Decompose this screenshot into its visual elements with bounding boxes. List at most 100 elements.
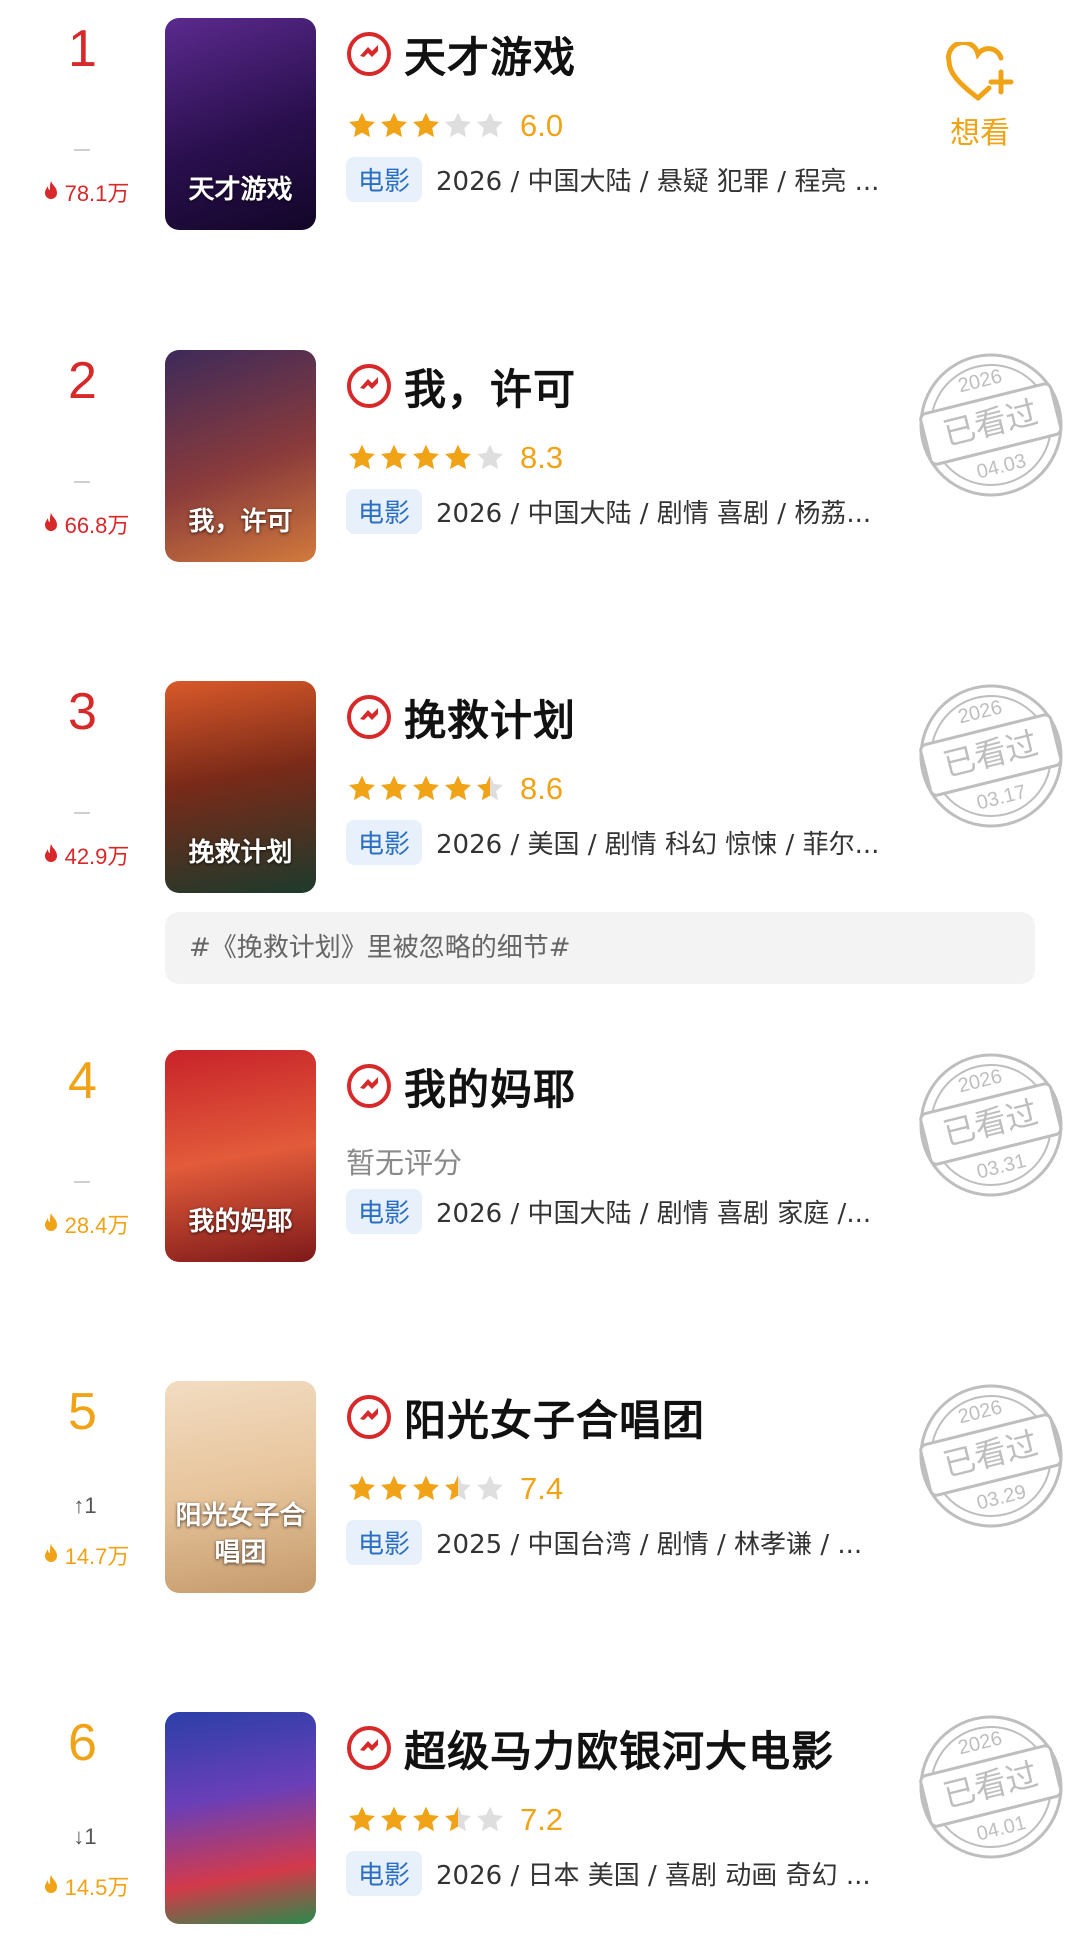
movie-poster[interactable]: 阳光女子合唱团	[165, 1381, 316, 1593]
stamp-year: 2026	[956, 1396, 1005, 1428]
watched-stamp-icon: 2026已看过04.03	[919, 353, 1063, 497]
star-icon	[349, 1475, 375, 1501]
movie-item[interactable]: 6 ↓1 14.5万 超级马力欧银河大电影 7.2 电影 2026 / 日本 美国 / 喜剧…	[0, 1712, 1080, 1924]
movie-item[interactable]: 5 ↑1 14.7万 阳光女子合唱团 阳光女子合唱团 7.4 电影 2025 / 中国台湾 /…	[0, 1381, 1080, 1593]
star-icon	[381, 775, 407, 801]
movie-item[interactable]: 1 78.1万 天才游戏 天才游戏 6.0 电影 2026 / 中国大陆 / 悬疑 犯罪 /…	[0, 18, 1080, 230]
star-icon	[381, 1475, 407, 1501]
type-badge: 电影	[346, 819, 423, 865]
movie-meta: 2026 / 中国大陆 / 剧情 喜剧 / 杨荔...	[436, 498, 872, 529]
movie-title: 我，许可	[404, 364, 577, 414]
film-ticket-icon	[347, 1395, 391, 1439]
title-row[interactable]: 我的妈耶	[346, 1056, 576, 1116]
type-badge: 电影	[346, 1188, 423, 1234]
movie-poster[interactable]: 天才游戏	[165, 18, 316, 230]
type-badge: 电影	[346, 488, 423, 534]
heat-value: 14.7万	[30, 1541, 140, 1569]
title-row[interactable]: 挽救计划	[346, 687, 576, 747]
movie-item[interactable]: 4 28.4万 我的妈耶 我的妈耶 暂无评分 电影 2026 / 中国大陆 / 剧情 喜剧 …	[0, 1050, 1080, 1262]
rank-change: ↑1	[73, 1493, 97, 1518]
type-badge: 电影	[346, 1850, 423, 1896]
movie-title: 超级马力欧银河大电影	[404, 1726, 835, 1776]
movie-poster[interactable]	[165, 1712, 316, 1924]
watched-stamp-icon: 2026已看过03.29	[919, 1384, 1063, 1528]
star-rating	[346, 1804, 506, 1836]
heat-icon	[44, 181, 57, 199]
rank-unchanged-dash	[74, 1181, 90, 1183]
movie-item[interactable]: 2 66.8万 我，许可 我，许可 8.3 电影 2026 / 中国大陆 / 剧情 喜剧 /…	[0, 350, 1080, 562]
star-rating	[346, 442, 506, 474]
star-icon	[349, 1806, 375, 1832]
movie-poster[interactable]: 我的妈耶	[165, 1050, 316, 1262]
stamp-year: 2026	[956, 1727, 1005, 1759]
heat-icon	[44, 1544, 57, 1562]
meta-row: 电影 2026 / 中国大陆 / 剧情 喜剧 家庭 /...	[346, 1186, 871, 1236]
rating-row: 8.3	[346, 436, 563, 480]
rating-row: 6.0	[346, 104, 563, 148]
movie-meta: 2026 / 中国大陆 / 悬疑 犯罪 / 程亮 ...	[436, 166, 880, 197]
star-icon	[381, 1806, 407, 1832]
title-row[interactable]: 天才游戏	[346, 24, 576, 84]
watched-stamp-icon: 2026已看过03.17	[919, 684, 1063, 828]
rating-row: 7.2	[346, 1798, 563, 1842]
rank-number: 4	[68, 1052, 97, 1110]
rating-score: 8.6	[520, 771, 564, 806]
title-row[interactable]: 阳光女子合唱团	[346, 1387, 705, 1447]
heat-icon	[44, 844, 57, 862]
star-icon	[413, 444, 439, 470]
heat-value: 14.5万	[30, 1872, 140, 1900]
type-badge: 电影	[346, 1519, 423, 1565]
rank-change: ↓1	[73, 1824, 97, 1849]
poster-title: 我的妈耶	[188, 1207, 293, 1237]
star-icon	[413, 1475, 439, 1501]
topic-link[interactable]: #《挽救计划》里被忽略的细节#	[165, 912, 1035, 984]
rating-score: 8.3	[520, 440, 564, 475]
star-icon	[445, 1806, 471, 1832]
film-ticket-icon	[347, 1064, 391, 1108]
film-ticket-icon	[347, 695, 391, 739]
film-ticket-icon	[347, 32, 391, 76]
watched-stamp-icon: 2026已看过03.31	[919, 1053, 1063, 1197]
heat-value: 42.9万	[30, 841, 140, 869]
movie-poster[interactable]: 我，许可	[165, 350, 316, 562]
heat-value: 28.4万	[30, 1210, 140, 1238]
film-ticket-icon	[347, 364, 391, 408]
meta-row: 电影 2026 / 中国大陆 / 剧情 喜剧 / 杨荔...	[346, 486, 871, 536]
rating-row: 8.6	[346, 767, 563, 811]
title-row[interactable]: 我，许可	[346, 356, 576, 416]
no-rating-text: 暂无评分	[346, 1146, 463, 1180]
want-to-watch-label: 想看	[950, 116, 1010, 151]
rating-row: 7.4	[346, 1467, 563, 1511]
rating-score: 7.4	[520, 1471, 564, 1506]
movie-title: 我的妈耶	[404, 1064, 577, 1114]
star-icon	[349, 775, 375, 801]
movie-title: 天才游戏	[404, 32, 577, 82]
star-icon	[349, 444, 375, 470]
movie-poster[interactable]: 挽救计划	[165, 681, 316, 893]
star-rating	[346, 773, 506, 805]
want-to-watch-button[interactable]: 想看	[940, 42, 1020, 152]
star-icon	[477, 444, 503, 470]
title-row[interactable]: 超级马力欧银河大电影	[346, 1718, 834, 1778]
movie-meta: 2025 / 中国台湾 / 剧情 / 林孝谦 / ...	[436, 1529, 863, 1560]
star-icon	[381, 444, 407, 470]
poster-title: 挽救计划	[188, 838, 293, 868]
movie-item[interactable]: 3 42.9万 挽救计划 挽救计划 8.6 电影 2026 / 美国 / 剧情 科幻 惊悚 …	[0, 681, 1080, 893]
rating-score: 7.2	[520, 1802, 564, 1837]
star-icon	[445, 1475, 471, 1501]
meta-row: 电影 2025 / 中国台湾 / 剧情 / 林孝谦 / ...	[346, 1517, 862, 1567]
star-icon	[477, 775, 503, 801]
rank-number: 1	[68, 20, 97, 78]
poster-title: 阳光女子合唱团	[175, 1501, 306, 1568]
poster-title: 天才游戏	[188, 175, 293, 205]
heat-count: 14.5万	[64, 1875, 130, 1900]
rank-number: 6	[68, 1714, 97, 1772]
star-icon	[445, 112, 471, 138]
star-icon	[477, 1806, 503, 1832]
rank-number: 3	[68, 683, 97, 741]
movie-title: 挽救计划	[404, 695, 577, 745]
heat-count: 66.8万	[64, 513, 130, 538]
heat-count: 14.7万	[64, 1544, 130, 1569]
star-icon	[413, 1806, 439, 1832]
heat-icon	[44, 1213, 57, 1231]
